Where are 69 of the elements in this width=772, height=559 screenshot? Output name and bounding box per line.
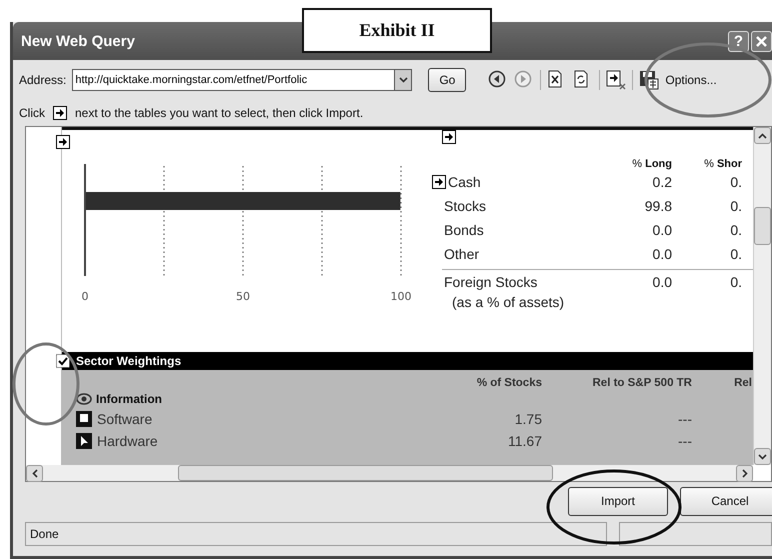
- group-label: Information: [96, 392, 162, 406]
- table-cell-text: ---: [677, 411, 692, 427]
- dropdown-button[interactable]: [394, 69, 412, 91]
- scrollbar-thumb[interactable]: [178, 465, 553, 481]
- arrow-icon[interactable]: [56, 135, 70, 149]
- chevron-down-icon: [398, 77, 408, 83]
- scrollbar-thumb[interactable]: [754, 207, 771, 245]
- column-header: Rel: [733, 377, 752, 389]
- tick-label: 50: [236, 290, 250, 303]
- scroll-left-button[interactable]: [26, 464, 43, 482]
- table-cell-text: 0.: [729, 222, 742, 238]
- table-cell-text: 0.: [729, 274, 742, 290]
- scroll-right-button[interactable]: [736, 464, 753, 482]
- row-label: Other: [444, 246, 480, 262]
- checkmark-icon[interactable]: [56, 354, 70, 368]
- table-cell-text: 99.8: [644, 198, 672, 214]
- chevron-up-icon: [758, 132, 767, 138]
- table-cell-text: 0.: [729, 174, 742, 190]
- close-button[interactable]: [751, 30, 772, 52]
- table-cell-text: 1.75: [514, 411, 542, 427]
- address-label: Address:: [19, 73, 66, 87]
- table-cell-text: 0.0: [652, 246, 672, 262]
- options-button[interactable]: Options...: [665, 73, 717, 87]
- table-cell-text: 0.0: [652, 274, 672, 290]
- arrow-icon[interactable]: [432, 175, 446, 189]
- row-label: Software: [97, 411, 152, 427]
- hint-text: next to the tables you want to select, then click Import.: [75, 106, 364, 120]
- section-header: Sector Weightings: [62, 352, 753, 370]
- page-arrow-icon[interactable]: [606, 70, 626, 90]
- horizontal-scrollbar[interactable]: [26, 465, 753, 481]
- hint-label: Click: [19, 106, 45, 120]
- eye-icon: [76, 392, 92, 406]
- row-label: Bonds: [444, 222, 484, 238]
- close-icon: [755, 34, 768, 48]
- go-button[interactable]: Go: [428, 68, 466, 92]
- column-header: % Shor: [703, 158, 742, 170]
- row-label: Foreign Stocks: [444, 274, 538, 290]
- column-header: % of Stocks: [476, 377, 542, 389]
- scroll-down-button[interactable]: [754, 448, 771, 465]
- table-cell-text: 0.2: [652, 174, 672, 190]
- row-label: Cash: [448, 174, 481, 190]
- square-icon: [76, 411, 92, 427]
- cursor-icon: [76, 433, 92, 449]
- table-cell-text: 0.: [729, 198, 742, 214]
- chevron-right-icon: [742, 468, 748, 478]
- tick-label: 100: [390, 290, 412, 303]
- chevron-down-icon: [758, 454, 767, 460]
- options-icon[interactable]: [639, 70, 660, 90]
- chevron-left-icon: [32, 468, 38, 478]
- table-cell-text: ---: [677, 433, 692, 449]
- vertical-scrollbar[interactable]: [753, 127, 771, 465]
- arrow-icon[interactable]: [442, 130, 456, 144]
- row-label: Stocks: [444, 198, 486, 214]
- import-button[interactable]: Import: [568, 486, 668, 516]
- table-cell-text: 0.: [729, 246, 742, 262]
- row-label: Hardware: [97, 433, 158, 449]
- row-note: (as a % of assets): [451, 294, 566, 310]
- status-text: Done: [25, 522, 607, 546]
- scroll-up-button[interactable]: [754, 127, 771, 144]
- window-title: New Web Query: [21, 32, 136, 50]
- column-header: % Long: [631, 158, 672, 170]
- cancel-button[interactable]: Cancel: [680, 486, 772, 516]
- column-header: Rel to S&P 500 TR: [592, 377, 692, 389]
- table-cell-text: 0.0: [652, 222, 672, 238]
- arrow-icon: [53, 106, 67, 120]
- exhibit-label: Exhibit II: [302, 8, 492, 53]
- tick-label: 0: [82, 290, 88, 303]
- address-field[interactable]: http://quicktake.morningstar.com/etfnet/Portfolic: [72, 69, 394, 91]
- table-cell-text: 11.67: [507, 433, 542, 449]
